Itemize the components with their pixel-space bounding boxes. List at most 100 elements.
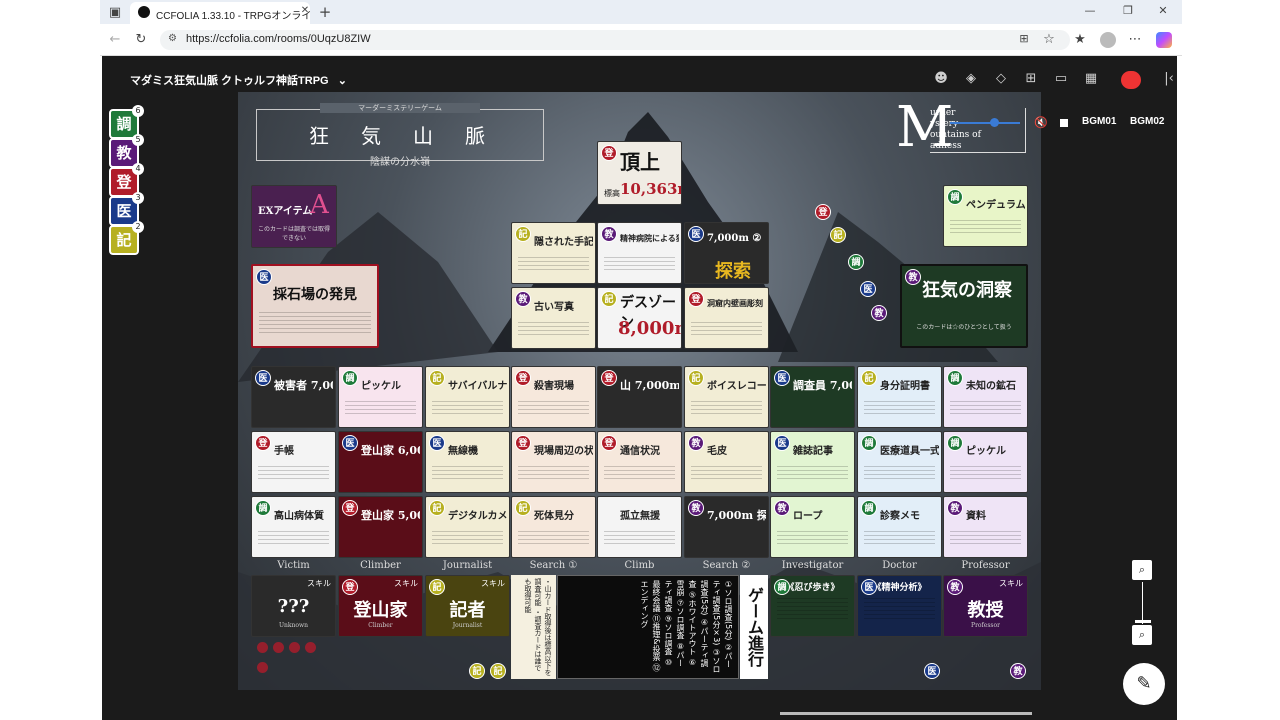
address-bar[interactable]: ⚙ https://ccfolia.com/rooms/0UqzU8ZIW — [160, 30, 1070, 50]
grid-card[interactable]: 登殺害現場 — [511, 366, 596, 428]
volume-slider-track[interactable] — [950, 122, 1020, 124]
role-card[interactable]: 調《忍び歩き》 — [770, 575, 855, 637]
player-token[interactable]: 医 — [860, 281, 876, 297]
quarry-card[interactable]: 医 採石場の発見 — [251, 264, 379, 348]
site-info-icon[interactable]: ⚙ — [168, 33, 177, 44]
grid-card[interactable]: 調診察メモ — [857, 496, 942, 558]
grid-card[interactable]: 登登山家 5,000m — [338, 496, 423, 558]
back-icon[interactable]: ← — [108, 32, 122, 47]
maximize-button[interactable]: ❐ — [1121, 4, 1135, 18]
favorites-icon[interactable]: ★ — [1073, 32, 1087, 47]
old-photo-card[interactable]: 教 古い写真 — [511, 287, 596, 349]
rules-note-card[interactable]: ・山カード取得後は標高以下を調査可能 ・調査カードは誰でも取得可能 — [511, 575, 556, 679]
bookmark-star-icon[interactable]: ☆ — [1042, 32, 1056, 47]
player-token[interactable]: 記 — [490, 663, 506, 679]
column-label: Professor — [961, 560, 1010, 571]
madness-symptom-card[interactable]: 教 精神病院による狂気症状 — [597, 222, 682, 284]
zoom-in-button[interactable]: ⌕ — [1132, 560, 1152, 580]
grid-card[interactable]: 記デジタルカメラ — [425, 496, 510, 558]
player-token[interactable]: 記 — [469, 663, 485, 679]
grid-card[interactable]: 調ピッケル — [338, 366, 423, 428]
stop-icon[interactable] — [1060, 119, 1068, 127]
screen-icon[interactable]: ▭ — [1052, 71, 1070, 87]
game-progression-steps[interactable]: ①ソロ調査(5分) ②パーティ調査(5分×3) ③ソロ調査(5分) ④パーティ調… — [557, 575, 739, 679]
grid-card[interactable]: 医無線機 — [425, 431, 510, 493]
room-title[interactable]: マダミス狂気山脈 クトゥルフ神話TRPG ⌄ — [130, 72, 347, 88]
browser-tab[interactable]: CCFOLIA 1.33.10 - TRPGオンラインセ — [130, 2, 310, 24]
collapse-icon[interactable]: |‹ — [1160, 71, 1178, 87]
bgm01-label[interactable]: BGM01 — [1082, 116, 1116, 127]
film-icon[interactable]: ▦ — [1082, 71, 1100, 87]
game-progression-title[interactable]: ゲーム進行 — [740, 575, 768, 679]
grid-card[interactable]: 記ボイスレコーダー — [684, 366, 769, 428]
card-title: 精神病院による狂気症状 — [620, 233, 679, 243]
player-token[interactable]: 医 — [924, 663, 940, 679]
zoom-slider-thumb[interactable] — [1135, 620, 1151, 623]
player-token[interactable]: 教 — [871, 305, 887, 321]
chevron-down-icon[interactable]: ⌄ — [338, 75, 347, 87]
new-tab-button[interactable]: + — [318, 3, 332, 21]
summit-card[interactable]: 登 頂上 標高 10,363m — [597, 141, 682, 205]
player-token[interactable]: 教 — [1010, 663, 1026, 679]
tab-close-icon[interactable]: ✕ — [298, 5, 312, 19]
window-close-button[interactable]: ✕ — [1156, 4, 1170, 18]
role-card[interactable]: 記 スキル 記者 Journalist — [425, 575, 510, 637]
user-avatar[interactable] — [1121, 71, 1141, 89]
grid-card[interactable]: 調高山病体質 — [251, 496, 336, 558]
grid-card[interactable]: 登通信状況 — [597, 431, 682, 493]
pendulum-card[interactable]: 調 ペンデュラム — [943, 185, 1028, 247]
role-card[interactable]: 登 スキル 登山家 Climber — [338, 575, 423, 637]
profile-avatar[interactable] — [1100, 32, 1116, 48]
grid-card[interactable]: 教7,000m 探索 — [684, 496, 769, 558]
grid-card[interactable]: 登山 7,000m — [597, 366, 682, 428]
card-badge: 医 — [688, 226, 704, 242]
mute-icon[interactable]: 🔇 — [1034, 116, 1048, 129]
grid-card[interactable]: 医雑誌記事 — [770, 431, 855, 493]
bgm02-label[interactable]: BGM02 — [1130, 116, 1164, 127]
grid-card[interactable]: 記死体見分 — [511, 496, 596, 558]
horizontal-scrollbar[interactable] — [780, 712, 1032, 715]
grid-card[interactable]: 登手帳 — [251, 431, 336, 493]
layers-icon[interactable]: ◈ — [962, 71, 980, 87]
grid-card[interactable]: 教資料 — [943, 496, 1028, 558]
player-token[interactable]: 調 — [848, 254, 864, 270]
madness-insight-card[interactable]: 教 狂気の洞察 このカードは☆のひとつとして扱う — [900, 264, 1028, 348]
grid-card[interactable]: 調ピッケル — [943, 431, 1028, 493]
edit-fab-button[interactable]: ✎ — [1123, 663, 1165, 705]
volume-slider-thumb[interactable] — [990, 118, 999, 127]
grid-card[interactable]: 医被害者 7,000m — [251, 366, 336, 428]
reload-icon[interactable]: ↻ — [134, 32, 148, 47]
cave-mural-card[interactable]: 登 洞窟内壁画彫刻 — [684, 287, 769, 349]
grid-card[interactable]: 医調査員 7,000m — [770, 366, 855, 428]
grid-card[interactable]: 医登山家 6,000m — [338, 431, 423, 493]
role-card[interactable]: スキル??? Unknown — [251, 575, 336, 637]
search-2-card[interactable]: 医 7,000m ② 探索 — [684, 222, 769, 284]
grid-card[interactable]: 記身分証明書 — [857, 366, 942, 428]
grid-card[interactable]: 記サバイバルナイフ — [425, 366, 510, 428]
app-install-icon[interactable]: ⊞ — [1017, 32, 1031, 46]
player-token[interactable]: 記 — [830, 227, 846, 243]
death-zone-card[interactable]: 記 デスゾーン 8,000m — [597, 287, 682, 349]
card-title: 7,000m 探索 — [707, 509, 766, 522]
add-panel-icon[interactable]: ⊞ — [1022, 71, 1040, 87]
copilot-icon[interactable] — [1156, 32, 1172, 48]
menu-icon[interactable]: ⋯ — [1128, 32, 1142, 47]
minimize-button[interactable]: — — [1083, 4, 1097, 18]
tab-actions-icon[interactable]: ▣ — [108, 5, 122, 20]
role-card[interactable]: 教 スキル 教授 Professor — [943, 575, 1028, 637]
grid-card[interactable]: 登現場周辺の状況 — [511, 431, 596, 493]
m-logo-line: ountains of — [930, 130, 981, 140]
dice-icon[interactable]: ☻ — [932, 71, 950, 87]
zoom-slider-track[interactable] — [1142, 582, 1143, 624]
player-token[interactable]: 登 — [815, 204, 831, 220]
ex-item-card[interactable]: EXアイテム A このカードは調査では取得できない — [251, 185, 337, 248]
grid-card[interactable]: 教毛皮 — [684, 431, 769, 493]
grid-card[interactable]: 調未知の鉱石 — [943, 366, 1028, 428]
grid-card[interactable]: 教ロープ — [770, 496, 855, 558]
hidden-notes-card[interactable]: 記 隠された手記 — [511, 222, 596, 284]
grid-card[interactable]: 調医療道具一式 — [857, 431, 942, 493]
stack-icon[interactable]: ◇ — [992, 71, 1010, 87]
role-card[interactable]: 医《精神分析》 — [857, 575, 942, 637]
grid-card[interactable]: 孤立無援 — [597, 496, 682, 558]
zoom-out-button[interactable]: ⌕ — [1132, 625, 1152, 645]
